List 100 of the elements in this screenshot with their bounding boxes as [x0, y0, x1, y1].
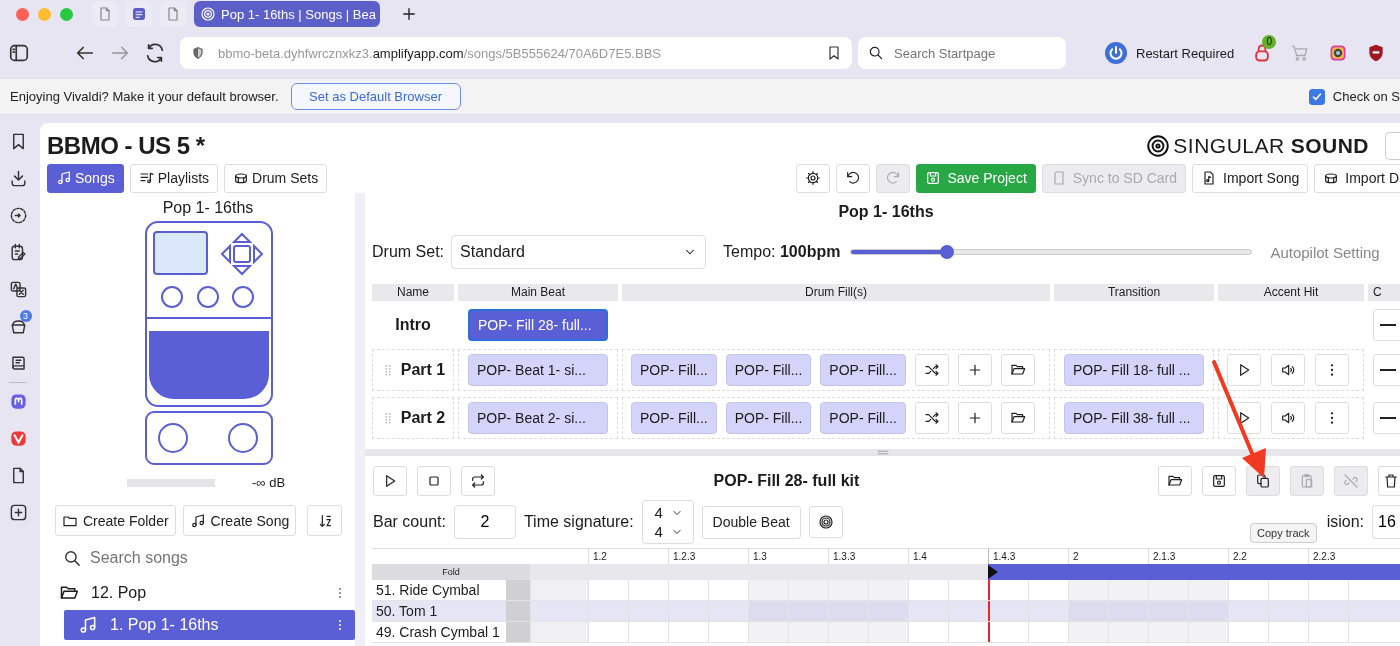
floppy-icon [925, 170, 942, 186]
settings-button[interactable] [796, 163, 831, 193]
fill-chip[interactable]: POP- Fill... [631, 354, 717, 386]
copy-icon [1255, 473, 1271, 489]
volume-button[interactable] [1271, 354, 1305, 386]
autopilot-link[interactable]: Autopilot Setting [1270, 243, 1380, 261]
reload-icon[interactable] [144, 42, 166, 64]
fill-chip[interactable]: POP- Fill... [820, 354, 906, 386]
sort-button[interactable] [307, 505, 343, 536]
close-window-button[interactable] [16, 7, 29, 21]
history-icon[interactable] [8, 206, 28, 225]
more-button[interactable] [1315, 354, 1349, 386]
zoom-window-button[interactable] [60, 7, 73, 21]
remove-button[interactable] [1373, 354, 1400, 386]
double-beat-button[interactable]: Double Beat [701, 505, 801, 539]
fill-chip[interactable]: POP- Fill... [631, 402, 717, 434]
power-icon [1104, 41, 1128, 65]
beat-chip[interactable]: POP- Beat 2- si... [468, 402, 608, 434]
floppy-button[interactable] [1202, 466, 1236, 496]
sidebar-toggle-icon[interactable] [8, 42, 30, 64]
minimize-window-button[interactable] [38, 7, 51, 21]
meter-reading: -∞ dB [252, 475, 286, 490]
time-signature-select[interactable]: 4 4 [641, 500, 694, 544]
shuffle-icon [924, 362, 940, 378]
ruler-label: 2.1.3 [1153, 551, 1176, 562]
trash-button[interactable] [1378, 466, 1400, 496]
download-icon[interactable] [8, 169, 28, 188]
header-button[interactable] [1385, 132, 1400, 160]
add-button[interactable] [958, 402, 992, 434]
resize-handle[interactable] [365, 449, 1400, 456]
play-button[interactable] [373, 466, 407, 496]
fill-chip[interactable]: POP- Fill... [820, 402, 906, 434]
track-name[interactable]: 49. Crash Cymbal 1 [372, 622, 506, 642]
resize-handle[interactable] [355, 193, 365, 646]
open-folder-button[interactable] [1001, 354, 1035, 386]
ruler-label: 1.2 [593, 551, 607, 562]
browser-tab[interactable] [126, 1, 152, 27]
transition-chip[interactable]: POP- Fill 18- full ... [1064, 354, 1204, 386]
action-button[interactable]: Import Song [1192, 163, 1309, 193]
column-header: Drum Fill(s) [622, 284, 1050, 301]
target-button[interactable] [808, 506, 843, 538]
bookmark-icon[interactable] [826, 45, 842, 61]
song-item[interactable]: 1. Pop 1- 16ths [64, 610, 355, 640]
track-name[interactable]: 51. Ride Cymbal [372, 580, 506, 600]
count-badge: 0 [1262, 35, 1277, 49]
checkbox[interactable] [1308, 88, 1325, 105]
beat-chip[interactable]: POP- Beat 1- si... [468, 354, 608, 386]
view-tab[interactable]: Drum Sets [224, 163, 328, 193]
browser-tab[interactable] [92, 1, 118, 27]
app-icon[interactable] [8, 429, 28, 448]
track-name[interactable]: 50. Tom 1 [372, 601, 506, 621]
create-button[interactable]: Create Folder [55, 505, 176, 536]
fold-button[interactable]: Fold [372, 564, 530, 580]
grid-cell[interactable] [506, 622, 530, 642]
address-field[interactable]: bbmo-beta.dyhfwrcznxkz3.amplifyapp.com/songs/5B555624/70A6D7E5.BBS [180, 37, 852, 69]
fill-chip[interactable]: POP- Fill... [725, 354, 812, 386]
restart-button[interactable]: Restart Required [1104, 41, 1235, 65]
grid-cell[interactable] [506, 601, 530, 621]
drum-set-select[interactable]: Standard [451, 235, 706, 269]
view-tab[interactable]: Playlists [129, 163, 219, 193]
play-button[interactable] [1227, 354, 1261, 386]
loop-marker-icon[interactable] [988, 565, 998, 579]
action-button[interactable]: Import D [1314, 163, 1400, 193]
set-default-button[interactable]: Set as Default Browser [290, 83, 461, 110]
beat-chip[interactable]: POP- Fill 28- full... [468, 309, 608, 341]
bar-count-field[interactable]: 2 [453, 505, 516, 539]
remove-button[interactable] [1373, 402, 1400, 434]
shuffle-button[interactable] [915, 354, 949, 386]
folder-button[interactable] [1158, 466, 1192, 496]
column-header: Main Beat [458, 284, 618, 301]
field-label: Time signature: [523, 513, 634, 531]
browser-tab[interactable] [160, 1, 186, 27]
grid-cell[interactable] [506, 580, 530, 600]
copy-button[interactable] [1246, 466, 1280, 496]
remove-button[interactable] [1373, 309, 1400, 341]
volume-button[interactable] [1271, 402, 1305, 434]
resolution-field[interactable]: 16 [1372, 505, 1400, 539]
search-field[interactable]: Search Startpage [858, 37, 1066, 69]
add-icon[interactable] [8, 503, 28, 522]
search-icon [63, 548, 82, 568]
add-button[interactable] [958, 354, 992, 386]
create-button[interactable]: Create Song [182, 505, 297, 536]
app-icon[interactable] [8, 392, 28, 411]
more-button[interactable] [1315, 402, 1349, 434]
loop-button[interactable] [461, 466, 495, 496]
drum-icon [233, 170, 250, 186]
view-tab[interactable]: Songs [47, 163, 124, 193]
stop-button[interactable] [417, 466, 451, 496]
translate-icon[interactable] [8, 280, 28, 299]
folder-item[interactable]: 12. Pop [47, 578, 355, 608]
browser-tab[interactable]: Pop 1- 16ths | Songs | Bea [194, 1, 380, 27]
open-folder-button[interactable] [1001, 402, 1035, 434]
shuffle-button[interactable] [915, 402, 949, 434]
notes-icon[interactable] [8, 243, 28, 262]
fill-chip[interactable]: POP- Fill... [725, 402, 812, 434]
transition-chip[interactable]: POP- Fill 38- full ... [1064, 402, 1204, 434]
camera-icon[interactable] [1328, 43, 1349, 63]
slider-thumb[interactable] [940, 245, 955, 259]
undo-button[interactable] [836, 163, 871, 193]
numerator: 4 [654, 504, 663, 521]
